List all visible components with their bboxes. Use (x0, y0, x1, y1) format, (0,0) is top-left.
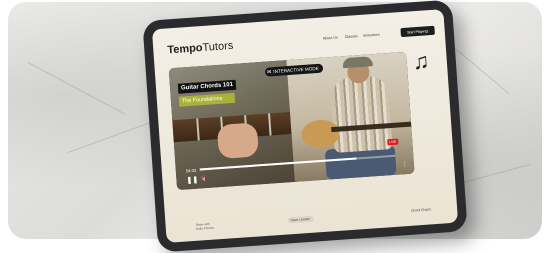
marble-vein (462, 163, 531, 183)
lesson-title-box: Guitar Chords 101 The Foundations (177, 73, 237, 107)
music-note-icon: ♫ (411, 48, 431, 75)
nav-link-about[interactable]: About Us (323, 36, 338, 41)
tablet-screen: TempoTutors About Us Classes Instructors… (151, 9, 459, 243)
hand (216, 122, 260, 160)
nav-link-instructors[interactable]: Instructors (363, 33, 380, 38)
live-badge: LIVE (386, 138, 399, 146)
pause-icon[interactable]: ❚❚ (186, 176, 198, 185)
share-section[interactable]: Share with Invite Friends (195, 222, 214, 231)
nav-link-classes[interactable]: Classes (345, 34, 358, 39)
lesson-title: Guitar Chords 101 (177, 79, 237, 94)
player-hat (342, 56, 373, 69)
marble-vein (27, 62, 126, 115)
save-lesson-button[interactable]: Save Lesson (287, 215, 314, 224)
marble-vein (67, 121, 153, 153)
more-icon[interactable]: ⋮ (402, 161, 408, 168)
tablet-device: TempoTutors About Us Classes Instructors… (142, 0, 468, 253)
video-player[interactable]: Guitar Chords 101 The Foundations ✉ INTE… (168, 51, 415, 191)
brand-logo[interactable]: TempoTutors (167, 40, 234, 57)
chord-charts-link[interactable]: Chord Charts (411, 207, 431, 212)
player-shirt (329, 75, 393, 153)
time-display: 54:32 (185, 167, 197, 174)
start-playing-button[interactable]: Start Playing! (400, 25, 435, 38)
mute-icon[interactable]: 🔇 (200, 176, 208, 184)
guitar-icon: ✉ (266, 68, 272, 76)
